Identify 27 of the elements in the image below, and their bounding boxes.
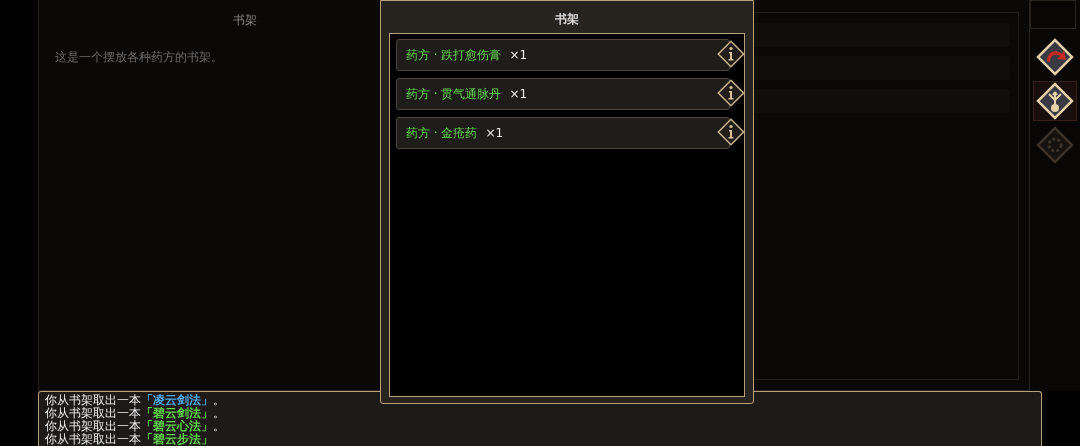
trident-button[interactable] (1033, 81, 1077, 121)
recipe-item[interactable]: 药方 · 跌打愈伤膏 ×1 (396, 39, 730, 71)
item-count: ×1 (509, 87, 528, 101)
log-text: 你从书架取出一本 (45, 419, 141, 433)
item-name: 药方 · 金疮药 (406, 124, 478, 142)
panel-title: 书架 (233, 12, 257, 29)
book-name: 「碧云剑法」 (141, 406, 213, 420)
book-name: 「碧云步法」 (141, 432, 213, 446)
log-text: 你从书架取出一本 (45, 393, 141, 407)
info-icon[interactable] (716, 78, 746, 108)
log-text: 你从书架取出一本 (45, 406, 141, 420)
item-count: ×1 (485, 126, 504, 140)
log-text: 你从书架取出一本 (45, 432, 141, 446)
recipe-item[interactable]: 药方 · 贯气通脉丹 ×1 (396, 78, 730, 110)
panel-description: 这是一个摆放各种药方的书架。 (55, 49, 224, 66)
log-text: 。 (213, 419, 225, 433)
info-icon[interactable] (716, 39, 746, 69)
dialog-title: 书架 (555, 11, 579, 28)
item-name: 药方 · 贯气通脉丹 (406, 85, 502, 103)
log-text: 。 (213, 406, 225, 420)
book-name: 「碧云心法」 (141, 419, 213, 433)
item-name: 药方 · 跌打愈伤膏 (406, 46, 502, 64)
item-count: ×1 (509, 48, 528, 62)
info-icon[interactable] (716, 117, 746, 147)
recipe-item[interactable]: 药方 · 金疮药 ×1 (396, 117, 730, 149)
book-name: 「凌云剑法」 (141, 393, 213, 407)
log-text: 。 (213, 393, 225, 407)
